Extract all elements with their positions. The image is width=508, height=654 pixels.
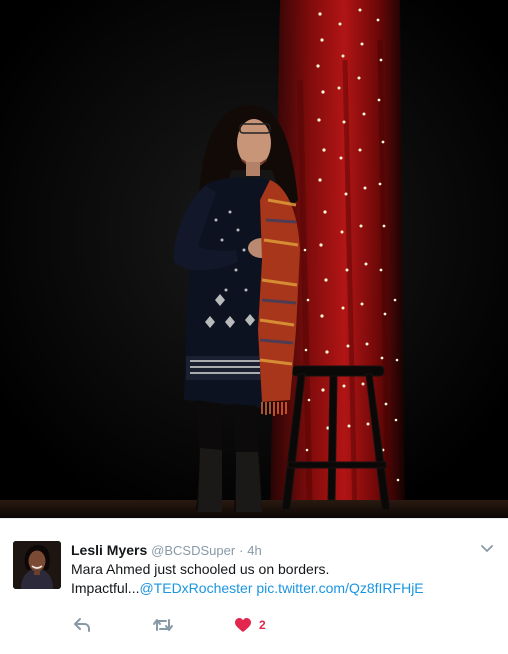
like-count: 2 [259,618,266,632]
retweet-button[interactable] [152,616,174,634]
tweet-text: Mara Ahmed just schooled us on borders. … [71,560,491,598]
separator: · [239,543,244,558]
author-handle[interactable]: @BCSDSuper [151,543,235,558]
more-menu-button[interactable] [480,541,494,555]
mention-link[interactable]: @TEDxRochester [139,580,252,596]
tweet-text-line-2: Impactful...@TEDxRochester pic.twitter.c… [71,579,491,598]
reply-button[interactable] [73,616,91,634]
retweet-icon [153,619,173,631]
pic-link[interactable]: pic.twitter.com/Qz8fIRFHjE [256,580,423,596]
author-name[interactable]: Lesli Myers [71,542,147,558]
tweet-text-line-1: Mara Ahmed just schooled us on borders. [71,561,330,577]
timestamp[interactable]: 4h [247,543,261,558]
chevron-down-icon [481,545,493,552]
heart-icon [235,617,251,632]
avatar[interactable] [13,541,61,589]
tweet-header: Lesli Myers @BCSDSuper · 4h [71,541,262,560]
reply-icon [74,618,90,632]
tweet-text-prefix: Impactful... [71,580,140,596]
tweet-photo[interactable] [0,0,508,518]
like-button[interactable]: 2 [235,616,266,634]
avatar-image [13,541,61,589]
stage-photo-image [0,0,508,518]
